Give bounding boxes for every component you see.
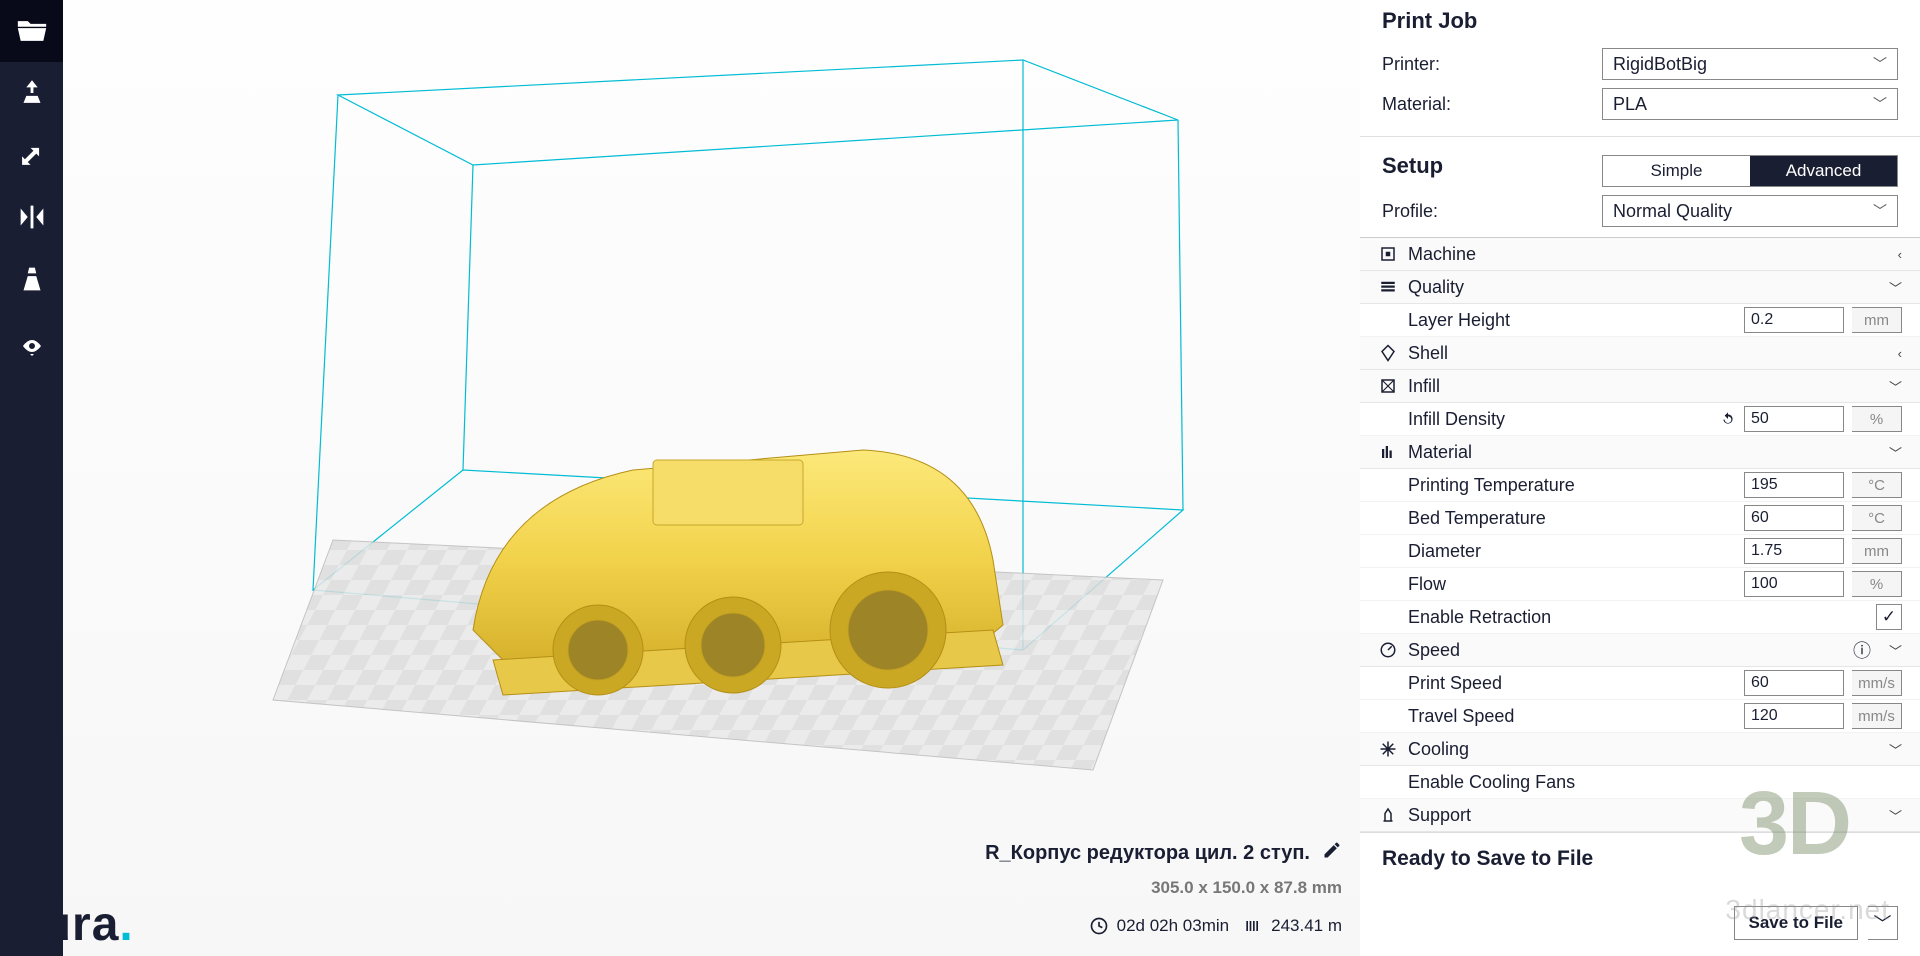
- info-icon: ⓘ: [1853, 637, 1871, 663]
- infill-density-input[interactable]: 50: [1744, 406, 1844, 432]
- view-mode-tool[interactable]: [0, 248, 63, 310]
- infill-icon: [1378, 377, 1398, 395]
- object-info: R_Корпус редуктора цил. 2 ступ. 305.0 x …: [985, 840, 1342, 936]
- settings-panel: Print Job Printer: RigidBotBig ﹀ Material…: [1360, 0, 1920, 956]
- filament-icon: [1243, 916, 1263, 936]
- scale-tool[interactable]: [0, 124, 63, 186]
- print-job-title: Print Job: [1382, 8, 1898, 34]
- advanced-mode-button[interactable]: Advanced: [1750, 156, 1897, 186]
- filament-length: 243.41 m: [1271, 916, 1342, 936]
- category-infill[interactable]: Infill﹀: [1360, 370, 1920, 403]
- machine-icon: [1378, 245, 1398, 263]
- support-icon: [1378, 806, 1398, 824]
- cooling-icon: [1378, 740, 1398, 758]
- material-icon: [1378, 443, 1398, 461]
- rename-icon[interactable]: [1322, 840, 1342, 866]
- travel-speed-input[interactable]: 120: [1744, 703, 1844, 729]
- flow-input[interactable]: 100: [1744, 571, 1844, 597]
- reset-infill-icon[interactable]: [1720, 411, 1736, 427]
- save-dropdown-button[interactable]: ﹀: [1868, 906, 1898, 940]
- cura-logo: cura.: [14, 897, 134, 952]
- open-file-button[interactable]: [0, 0, 63, 62]
- profile-select[interactable]: Normal Quality ﹀: [1602, 195, 1898, 227]
- ready-status: Ready to Save to File: [1360, 832, 1920, 885]
- object-dimensions: 305.0 x 150.0 x 87.8 mm: [985, 878, 1342, 898]
- model-object[interactable]: [433, 420, 1073, 720]
- object-name: R_Корпус редуктора цил. 2 ступ.: [985, 842, 1310, 865]
- mirror-tool[interactable]: [0, 186, 63, 248]
- diameter-input[interactable]: 1.75: [1744, 538, 1844, 564]
- profile-value: Normal Quality: [1613, 201, 1732, 222]
- category-cooling[interactable]: Cooling﹀: [1360, 733, 1920, 766]
- print-time: 02d 02h 03min: [1117, 916, 1229, 936]
- speed-icon: [1378, 641, 1398, 659]
- material-select[interactable]: PLA ﹀: [1602, 88, 1898, 120]
- simple-mode-button[interactable]: Simple: [1603, 156, 1750, 186]
- field-layer-height: Layer Height 0.2 mm: [1360, 304, 1920, 337]
- chevron-down-icon: ﹀: [1873, 201, 1887, 221]
- layer-height-input[interactable]: 0.2: [1744, 307, 1844, 333]
- quality-icon: [1378, 278, 1398, 296]
- left-toolbar: [0, 0, 63, 956]
- category-shell[interactable]: Shell‹: [1360, 337, 1920, 370]
- bed-temp-input[interactable]: 60: [1744, 505, 1844, 531]
- save-to-file-button[interactable]: Save to File: [1734, 906, 1858, 940]
- chevron-down-icon: ﹀: [1873, 54, 1887, 74]
- category-speed[interactable]: Speed ⓘ﹀: [1360, 634, 1920, 667]
- printer-select[interactable]: RigidBotBig ﹀: [1602, 48, 1898, 80]
- material-value: PLA: [1613, 94, 1647, 115]
- category-support[interactable]: Support﹀: [1360, 799, 1920, 832]
- shell-icon: [1378, 344, 1398, 362]
- material-label: Material:: [1382, 94, 1602, 115]
- setup-mode-toggle[interactable]: Simple Advanced: [1602, 155, 1898, 187]
- print-temp-input[interactable]: 195: [1744, 472, 1844, 498]
- category-quality[interactable]: Quality﹀: [1360, 271, 1920, 304]
- viewport[interactable]: R_Корпус редуктора цил. 2 ступ. 305.0 x …: [63, 0, 1360, 956]
- setup-title: Setup: [1382, 153, 1602, 179]
- retraction-checkbox[interactable]: ✓: [1876, 604, 1902, 630]
- clock-icon: [1089, 916, 1109, 936]
- print-speed-input[interactable]: 60: [1744, 670, 1844, 696]
- view-dropdown[interactable]: [0, 318, 63, 374]
- printer-label: Printer:: [1382, 54, 1602, 75]
- field-infill-density: Infill Density 50 %: [1360, 403, 1920, 436]
- category-material[interactable]: Material﹀: [1360, 436, 1920, 469]
- chevron-down-icon: ﹀: [1873, 94, 1887, 114]
- profile-label: Profile:: [1382, 201, 1602, 222]
- category-machine[interactable]: Machine‹: [1360, 238, 1920, 271]
- build-scene[interactable]: [63, 0, 1360, 956]
- printer-value: RigidBotBig: [1613, 54, 1707, 75]
- rotate-tool[interactable]: [0, 62, 63, 124]
